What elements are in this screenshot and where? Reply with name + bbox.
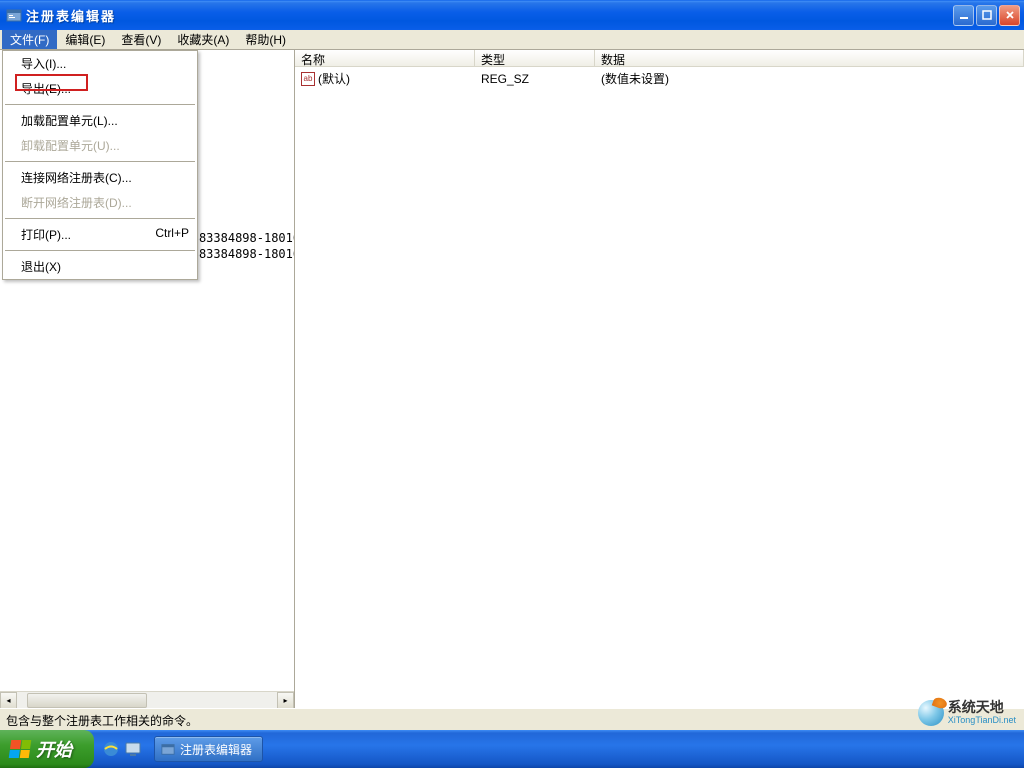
globe-icon (918, 700, 944, 726)
menu-separator (5, 250, 195, 251)
ie-icon[interactable] (102, 740, 120, 758)
menu-connect-label: 连接网络注册表(C)... (21, 169, 132, 186)
menu-unload-hive: 卸载配置单元(U)... (3, 133, 197, 158)
list-pane: 名称 类型 数据 ab (默认) REG_SZ (数值未设置) (295, 50, 1024, 708)
app-icon (6, 7, 22, 23)
menu-export-label: 导出(E)... (21, 80, 71, 97)
desktop-icon[interactable] (124, 740, 142, 758)
menu-exit[interactable]: 退出(X) (3, 254, 197, 279)
close-button[interactable] (999, 5, 1020, 26)
taskbar: 开始 注册表编辑器 (0, 730, 1024, 768)
scroll-left-button[interactable]: ◂ (0, 692, 17, 708)
menu-separator (5, 218, 195, 219)
taskbar-task-regedit[interactable]: 注册表编辑器 (154, 736, 263, 762)
horizontal-scrollbar[interactable]: ◂ ▸ (0, 691, 294, 708)
menu-import-label: 导入(I)... (21, 55, 66, 72)
cell-name-label: (默认) (318, 70, 350, 87)
menu-disconnect-network: 断开网络注册表(D)... (3, 190, 197, 215)
col-name[interactable]: 名称 (295, 50, 475, 66)
cell-type: REG_SZ (475, 69, 595, 88)
maximize-button[interactable] (976, 5, 997, 26)
menu-print[interactable]: 打印(P)... Ctrl+P (3, 222, 197, 247)
menu-separator (5, 104, 195, 105)
windows-flag-icon (9, 740, 32, 758)
menu-export[interactable]: 导出(E)... (3, 76, 197, 101)
menu-edit[interactable]: 编辑(E) (57, 30, 113, 49)
watermark-logo: 系统天地 XiTongTianDi.net (918, 700, 1016, 726)
cell-data: (数值未设置) (595, 69, 1024, 88)
menu-file[interactable]: 文件(F) (2, 30, 57, 49)
menu-load-hive[interactable]: 加载配置单元(L)... (3, 108, 197, 133)
menu-print-label: 打印(P)... (21, 226, 71, 243)
menu-print-shortcut: Ctrl+P (155, 226, 189, 243)
menu-load-hive-label: 加载配置单元(L)... (21, 112, 118, 129)
cell-name: ab (默认) (295, 69, 475, 88)
task-label: 注册表编辑器 (180, 741, 252, 758)
menu-unload-hive-label: 卸载配置单元(U)... (21, 137, 120, 154)
titlebar: 注册表编辑器 (0, 0, 1024, 30)
statusbar-text: 包含与整个注册表工作相关的命令。 (6, 714, 198, 728)
menu-view[interactable]: 查看(V) (113, 30, 169, 49)
scroll-right-button[interactable]: ▸ (277, 692, 294, 708)
list-header: 名称 类型 数据 (295, 50, 1024, 67)
menu-disconnect-label: 断开网络注册表(D)... (21, 194, 132, 211)
start-button[interactable]: 开始 (0, 730, 94, 768)
file-dropdown: 导入(I)... 导出(E)... 加载配置单元(L)... 卸载配置单元(U)… (2, 50, 198, 280)
watermark-en: XiTongTianDi.net (948, 716, 1016, 726)
menubar: 文件(F) 编辑(E) 查看(V) 收藏夹(A) 帮助(H) (0, 30, 1024, 50)
menu-import[interactable]: 导入(I)... (3, 51, 197, 76)
list-row-default[interactable]: ab (默认) REG_SZ (数值未设置) (295, 67, 1024, 88)
menu-connect-network[interactable]: 连接网络注册表(C)... (3, 165, 197, 190)
col-type[interactable]: 类型 (475, 50, 595, 66)
watermark-text: 系统天地 XiTongTianDi.net (948, 700, 1016, 725)
string-value-icon: ab (301, 72, 315, 86)
statusbar: 包含与整个注册表工作相关的命令。 (0, 708, 1024, 730)
scroll-thumb[interactable] (27, 693, 147, 708)
window-title: 注册表编辑器 (26, 6, 953, 25)
start-label: 开始 (36, 736, 72, 762)
minimize-button[interactable] (953, 5, 974, 26)
menu-favorites[interactable]: 收藏夹(A) (169, 30, 237, 49)
regedit-icon (161, 742, 175, 756)
quick-launch (94, 740, 150, 758)
menu-help[interactable]: 帮助(H) (237, 30, 294, 49)
watermark-zh: 系统天地 (948, 700, 1016, 715)
menu-exit-label: 退出(X) (21, 258, 61, 275)
menu-separator (5, 161, 195, 162)
window-buttons (953, 5, 1020, 26)
col-data[interactable]: 数据 (595, 50, 1024, 66)
